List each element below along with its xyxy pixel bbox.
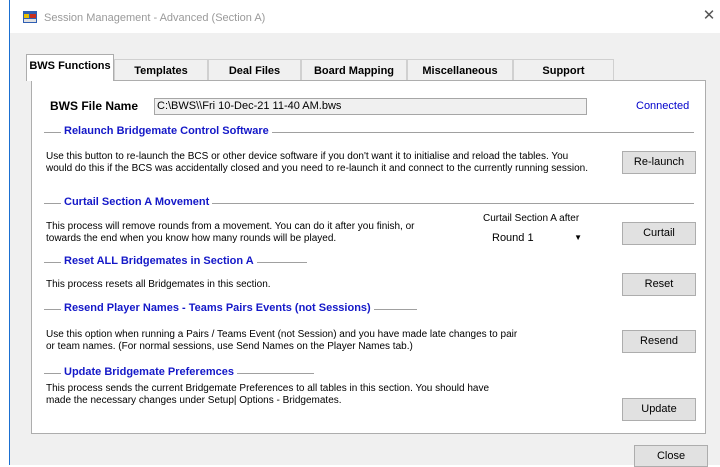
relaunch-description: Use this button to re-launch the BCS or … [46, 151, 588, 175]
resend-description: Use this option when running a Pairs / T… [46, 329, 517, 353]
update-section-header: Update Bridgemate Preferemces [44, 366, 694, 380]
update-desc-line-2: made the necessary changes under Setup| … [46, 395, 342, 406]
curtail-round-select[interactable]: Round 1 ▼ [486, 229, 588, 247]
reset-section-title: Reset ALL Bridgemates in Section A [61, 255, 257, 267]
relaunch-desc-line-1: Use this button to re-launch the BCS or … [46, 151, 569, 162]
resend-section-header: Resend Player Names - Teams Pairs Events… [44, 302, 694, 316]
curtail-button[interactable]: Curtail [622, 222, 696, 245]
close-icon[interactable]: ✕ [698, 5, 720, 27]
tab-miscellaneous[interactable]: Miscellaneous [407, 59, 513, 81]
curtail-round-value: Round 1 [492, 232, 534, 244]
curtail-desc-line-2: towards the end when you know how many r… [46, 233, 337, 244]
chevron-down-icon: ▼ [574, 233, 582, 242]
tab-label: Miscellaneous [422, 65, 498, 77]
bws-functions-panel: BWS File Name C:\BWS\\Fri 10-Dec-21 11-4… [31, 80, 706, 434]
reset-button[interactable]: Reset [622, 273, 696, 296]
tab-board-mapping[interactable]: Board Mapping [301, 59, 407, 81]
reset-description: This process resets all Bridgemates in t… [46, 279, 271, 291]
title-bar: Session Management - Advanced (Section A… [10, 0, 720, 33]
curtail-desc-line-1: This process will remove rounds from a m… [46, 221, 415, 232]
tab-support[interactable]: Support [513, 59, 614, 81]
bws-file-name-label: BWS File Name [50, 99, 139, 113]
app-window-icon [23, 11, 37, 23]
resend-section-title: Resend Player Names - Teams Pairs Events… [61, 302, 374, 314]
relaunch-section-header: Relaunch Bridgemate Control Software [44, 125, 694, 139]
curtail-section-header: Curtail Section A Movement [44, 196, 694, 210]
resend-button[interactable]: Resend [622, 330, 696, 353]
tab-deal-files[interactable]: Deal Files [208, 59, 301, 81]
close-button[interactable]: Close [634, 445, 708, 467]
reset-desc-line-1: This process resets all Bridgemates in t… [46, 279, 271, 290]
update-description: This process sends the current Bridgemat… [46, 383, 489, 407]
window-title: Session Management - Advanced (Section A… [44, 12, 266, 24]
curtail-description: This process will remove rounds from a m… [46, 221, 415, 245]
tab-bws-functions[interactable]: BWS Functions [26, 54, 114, 81]
tab-label: Deal Files [228, 65, 281, 77]
tab-label: Templates [134, 65, 188, 77]
curtail-section-title: Curtail Section A Movement [61, 196, 213, 208]
session-management-window: Session Management - Advanced (Section A… [9, 0, 720, 467]
tab-label: Support [542, 65, 585, 77]
connection-status: Connected [636, 100, 690, 112]
tab-label: BWS Functions [29, 60, 111, 72]
bws-file-name-field[interactable]: C:\BWS\\Fri 10-Dec-21 11-40 AM.bws [154, 98, 587, 115]
reset-section-header: Reset ALL Bridgemates in Section A [44, 255, 694, 269]
relaunch-button[interactable]: Re-launch [622, 151, 696, 174]
curtail-after-label: Curtail Section A after [483, 213, 580, 224]
update-desc-line-1: This process sends the current Bridgemat… [46, 383, 490, 394]
tab-label: Board Mapping [313, 65, 395, 77]
tab-templates[interactable]: Templates [114, 59, 208, 81]
resend-desc-line-2: or team names. (For normal sessions, use… [46, 341, 413, 352]
relaunch-desc-line-2: would do this if the BCS was accidentall… [46, 163, 588, 174]
update-button[interactable]: Update [622, 398, 696, 421]
resend-desc-line-1: Use this option when running a Pairs / T… [46, 329, 518, 340]
relaunch-section-title: Relaunch Bridgemate Control Software [61, 125, 272, 137]
update-section-title: Update Bridgemate Preferemces [61, 366, 237, 378]
